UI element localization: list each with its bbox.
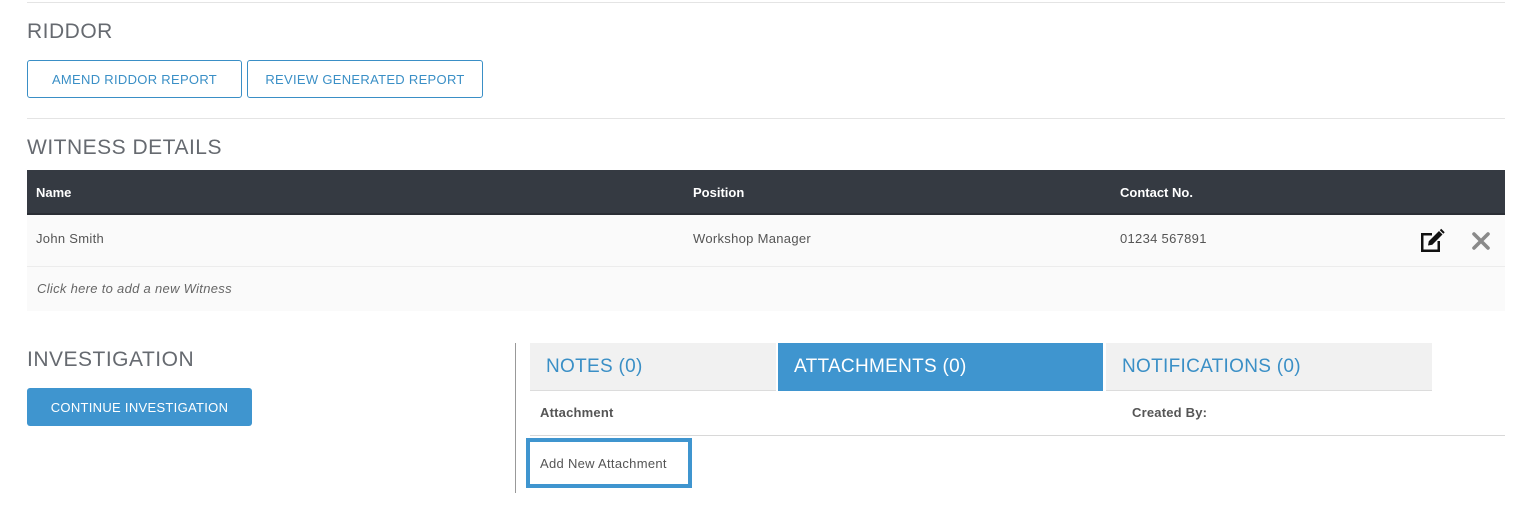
column-header-contact: Contact No. bbox=[1120, 185, 1193, 200]
riddor-title: RIDDOR bbox=[27, 20, 113, 43]
column-header-attachment: Attachment bbox=[540, 405, 614, 420]
review-generated-report-button[interactable]: REVIEW GENERATED REPORT bbox=[247, 60, 483, 98]
add-new-attachment-button[interactable]: Add New Attachment bbox=[526, 438, 692, 488]
witness-position: Workshop Manager bbox=[693, 231, 812, 246]
close-icon[interactable] bbox=[1466, 226, 1496, 256]
amend-riddor-report-button[interactable]: AMEND RIDDOR REPORT bbox=[27, 60, 242, 98]
tab-notes[interactable]: NOTES (0) bbox=[530, 343, 776, 391]
table-row[interactable]: John Smith Workshop Manager 01234 567891 bbox=[27, 215, 1505, 267]
tab-attachments[interactable]: ATTACHMENTS (0) bbox=[778, 343, 1103, 391]
edit-icon[interactable] bbox=[1417, 226, 1447, 256]
witness-contact: 01234 567891 bbox=[1120, 231, 1207, 246]
witness-name: John Smith bbox=[36, 231, 105, 246]
witness-table-header: Name Position Contact No. bbox=[27, 170, 1505, 215]
continue-investigation-button[interactable]: CONTINUE INVESTIGATION bbox=[27, 388, 252, 426]
column-header-created-by: Created By: bbox=[1132, 405, 1208, 420]
witness-table: Name Position Contact No. John Smith Wor… bbox=[27, 170, 1505, 311]
attachments-header-divider bbox=[530, 435, 1505, 436]
vertical-divider bbox=[515, 343, 516, 493]
witness-details-title: WITNESS DETAILS bbox=[27, 136, 222, 159]
top-divider bbox=[27, 2, 1505, 3]
add-witness-row[interactable]: Click here to add a new Witness bbox=[27, 267, 1505, 311]
investigation-title: INVESTIGATION bbox=[27, 348, 195, 371]
column-header-name: Name bbox=[36, 185, 72, 200]
column-header-position: Position bbox=[693, 185, 745, 200]
add-witness-link[interactable]: Click here to add a new Witness bbox=[37, 267, 232, 311]
section-divider bbox=[27, 118, 1505, 119]
tab-notifications[interactable]: NOTIFICATIONS (0) bbox=[1106, 343, 1432, 391]
